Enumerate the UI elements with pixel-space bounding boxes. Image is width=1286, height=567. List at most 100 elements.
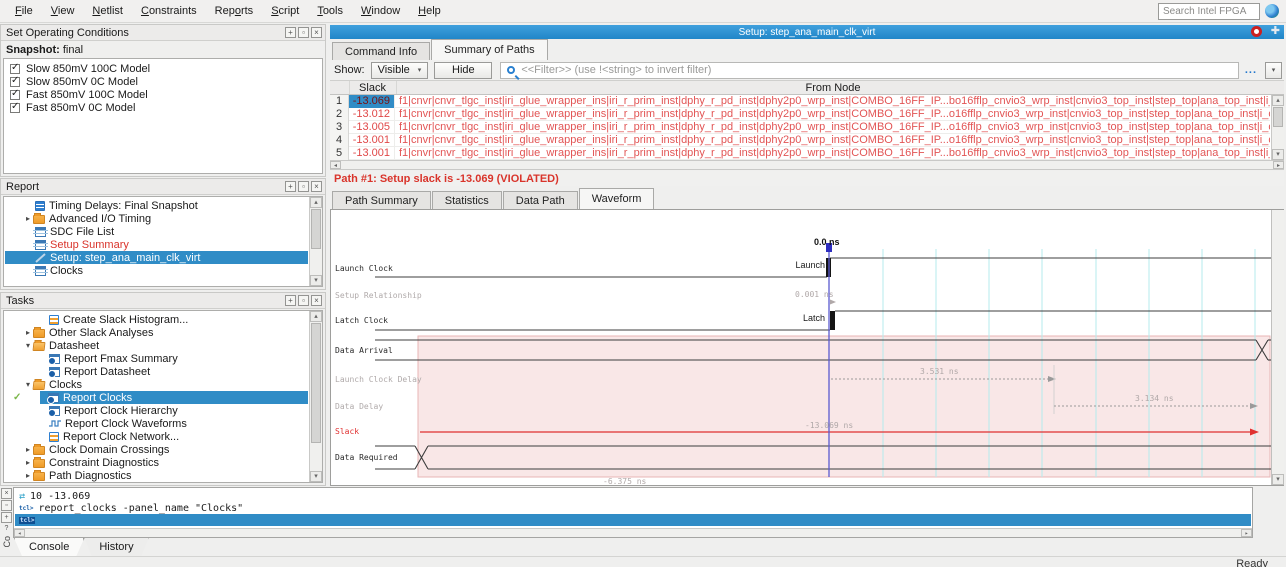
list-item[interactable]: Fast 850mV 0C Model: [10, 101, 135, 114]
globe-icon[interactable]: [1265, 4, 1279, 18]
close-icon[interactable]: ×: [1, 488, 12, 499]
task-report-clocks[interactable]: Report Clocks: [40, 391, 308, 404]
tab-waveform[interactable]: Waveform: [579, 188, 655, 209]
table-hscrollbar[interactable]: ◂ ▸: [330, 160, 1284, 169]
menu-constraints[interactable]: Constraints: [132, 2, 206, 20]
menu-window[interactable]: Window: [352, 2, 409, 20]
list-item[interactable]: Slow 850mV 100C Model: [10, 62, 150, 75]
from-node-cell[interactable]: f1|cnvr|cnvr_tlgc_inst|iri_glue_wrapper_…: [395, 147, 1270, 159]
more-options-icon[interactable]: ...: [1245, 64, 1257, 76]
table-row[interactable]: 1 -13.069 f1|cnvr|cnvr_tlgc_inst|iri_glu…: [330, 95, 1270, 108]
panel-detach-icon[interactable]: ✚: [1271, 26, 1280, 37]
float-icon[interactable]: ▫: [298, 181, 309, 192]
chevron-right-icon[interactable]: ▸: [23, 458, 33, 467]
chevron-right-icon[interactable]: ▸: [23, 445, 33, 454]
float-icon[interactable]: ▫: [298, 295, 309, 306]
slack-cell[interactable]: -13.001: [349, 134, 395, 147]
panel-close-icon[interactable]: [1251, 26, 1262, 37]
menu-view[interactable]: View: [42, 2, 84, 20]
report-item-clocks[interactable]: Clocks: [5, 264, 308, 277]
task-report-clock-network[interactable]: Report Clock Network...: [5, 430, 308, 443]
scroll-thumb[interactable]: [1273, 107, 1283, 127]
task-folder-constraint-diag[interactable]: ▸Constraint Diagnostics: [5, 456, 308, 469]
task-report-clock-waveforms[interactable]: Report Clock Waveforms: [5, 417, 308, 430]
task-create-slack-histogram[interactable]: Create Slack Histogram...: [5, 313, 308, 326]
menu-tools[interactable]: Tools: [308, 2, 352, 20]
close-icon[interactable]: ×: [311, 295, 322, 306]
menu-reports[interactable]: Reports: [206, 2, 263, 20]
task-folder-path-diag[interactable]: ▸Path Diagnostics: [5, 469, 308, 482]
column-from-node[interactable]: From Node: [396, 81, 1270, 95]
checkbox-checked-icon[interactable]: [10, 103, 20, 113]
from-node-cell[interactable]: f1|cnvr|cnvr_tlgc_inst|iri_glue_wrapper_…: [395, 95, 1270, 107]
menu-help[interactable]: Help: [409, 2, 450, 20]
console-hscrollbar[interactable]: ◂ ▸: [14, 528, 1252, 537]
task-folder-clock-domain[interactable]: ▸Clock Domain Crossings: [5, 443, 308, 456]
chevron-down-icon[interactable]: ▾: [23, 380, 33, 389]
tasks-scrollbar[interactable]: ▴ ▾: [309, 311, 322, 482]
menu-netlist[interactable]: Netlist: [83, 2, 132, 20]
list-item[interactable]: Slow 850mV 0C Model: [10, 75, 138, 88]
slack-cell[interactable]: -13.012: [349, 108, 395, 121]
scroll-down-icon[interactable]: ▾: [1272, 474, 1284, 485]
search-input[interactable]: [1158, 3, 1260, 20]
column-slack[interactable]: Slack: [349, 81, 396, 95]
close-icon[interactable]: ×: [311, 181, 322, 192]
scroll-up-icon[interactable]: ▴: [1272, 95, 1284, 106]
scroll-thumb[interactable]: [311, 209, 321, 249]
tab-statistics[interactable]: Statistics: [432, 191, 502, 209]
table-scrollbar[interactable]: ▴ ▾: [1271, 95, 1284, 160]
pin-icon[interactable]: +: [285, 27, 296, 38]
checkbox-checked-icon[interactable]: [10, 64, 20, 74]
tab-data-path[interactable]: Data Path: [503, 191, 578, 209]
chevron-right-icon[interactable]: ▸: [23, 471, 33, 480]
table-row[interactable]: 3 -13.005 f1|cnvr|cnvr_tlgc_inst|iri_glu…: [330, 121, 1270, 134]
task-folder-clocks[interactable]: ▾Clocks: [5, 378, 308, 391]
float-icon[interactable]: ▫: [1, 500, 12, 511]
menu-script[interactable]: Script: [262, 2, 308, 20]
report-item-timing-delays[interactable]: Timing Delays: Final Snapshot: [5, 199, 308, 212]
tab-console[interactable]: Console: [14, 538, 84, 557]
pin-icon[interactable]: +: [285, 181, 296, 192]
scroll-left-icon[interactable]: ◂: [330, 161, 341, 169]
list-item[interactable]: Fast 850mV 100C Model: [10, 88, 148, 101]
from-node-cell[interactable]: f1|cnvr|cnvr_tlgc_inst|iri_glue_wrapper_…: [395, 108, 1270, 120]
menu-file[interactable]: File: [6, 2, 42, 20]
chevron-down-icon[interactable]: ▾: [23, 341, 33, 350]
scroll-right-icon[interactable]: ▸: [1273, 161, 1284, 169]
checkbox-checked-icon[interactable]: [10, 90, 20, 100]
checkbox-checked-icon[interactable]: [10, 77, 20, 87]
task-report-datasheet[interactable]: Report Datasheet: [5, 365, 308, 378]
report-item-setup-clk-virt[interactable]: Setup: step_ana_main_clk_virt: [5, 251, 308, 264]
table-row[interactable]: 4 -13.001 f1|cnvr|cnvr_tlgc_inst|iri_glu…: [330, 134, 1270, 147]
from-node-cell[interactable]: f1|cnvr|cnvr_tlgc_inst|iri_glue_wrapper_…: [395, 121, 1270, 133]
tab-summary-of-paths[interactable]: Summary of Paths: [431, 39, 547, 60]
task-folder-datasheet[interactable]: ▾Datasheet: [5, 339, 308, 352]
waveform-scrollbar[interactable]: ▾: [1271, 210, 1284, 485]
scroll-down-icon[interactable]: ▾: [310, 275, 322, 286]
console-line[interactable]: tcl> report_clocks -panel_name "Clocks": [15, 502, 1251, 514]
pin-icon[interactable]: +: [1, 512, 12, 523]
chevron-right-icon[interactable]: ▸: [23, 214, 33, 223]
help-icon[interactable]: ?: [1, 524, 12, 535]
scroll-thumb[interactable]: [311, 323, 321, 443]
task-folder-design-metrics[interactable]: ▸Design Metrics: [5, 482, 308, 483]
from-node-cell[interactable]: f1|cnvr|cnvr_tlgc_inst|iri_glue_wrapper_…: [395, 134, 1270, 146]
scroll-left-icon[interactable]: ◂: [14, 529, 25, 537]
scroll-down-icon[interactable]: ▾: [1272, 149, 1284, 160]
float-icon[interactable]: ▫: [298, 27, 309, 38]
filter-input[interactable]: <<Filter>> (use !<string> to invert filt…: [500, 62, 1239, 79]
task-folder-other-slack[interactable]: ▸Other Slack Analyses: [5, 326, 308, 339]
console-line[interactable]: ⇄ 10 -13.069: [15, 490, 1251, 502]
slack-cell[interactable]: -13.069: [349, 95, 395, 108]
filter-dropdown-button[interactable]: ▾: [1265, 62, 1282, 79]
console-output[interactable]: ⇄ 10 -13.069 tcl> report_clocks -panel_n…: [13, 487, 1253, 538]
report-scrollbar[interactable]: ▴ ▾: [309, 197, 322, 286]
tab-command-info[interactable]: Command Info: [332, 42, 430, 60]
report-item-sdc-file-list[interactable]: SDC File List: [5, 225, 308, 238]
console-line-selected[interactable]: tcl>: [15, 514, 1251, 526]
scroll-up-icon[interactable]: ▴: [310, 311, 322, 322]
scroll-up-icon[interactable]: ▴: [310, 197, 322, 208]
task-report-clock-hierarchy[interactable]: Report Clock Hierarchy: [5, 404, 308, 417]
table-row[interactable]: 2 -13.012 f1|cnvr|cnvr_tlgc_inst|iri_glu…: [330, 108, 1270, 121]
